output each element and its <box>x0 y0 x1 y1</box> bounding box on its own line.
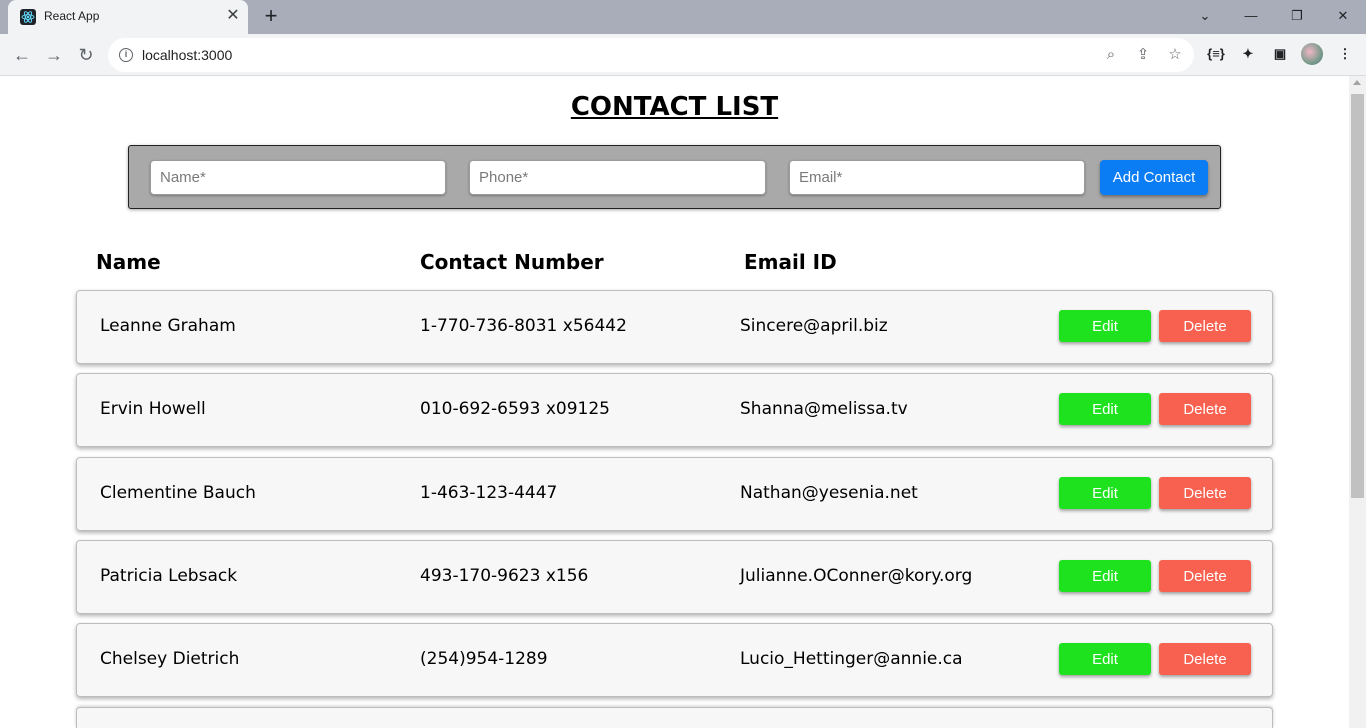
extensions-puzzle-icon[interactable]: ✦ <box>1237 43 1259 65</box>
contact-row: Clementine Bauch 1-463-123-4447 Nathan@y… <box>76 457 1273 531</box>
contact-row: Leanne Graham 1-770-736-8031 x56442 Sinc… <box>76 290 1273 364</box>
edit-button[interactable]: Edit <box>1059 560 1151 592</box>
edit-button[interactable]: Edit <box>1059 643 1151 675</box>
delete-button[interactable]: Delete <box>1159 560 1251 592</box>
page-scrollbar[interactable] <box>1349 76 1366 728</box>
zoom-icon[interactable]: ⌕ <box>1101 45 1121 65</box>
react-favicon-icon <box>20 9 36 25</box>
share-icon[interactable]: ⇪ <box>1133 45 1153 65</box>
contact-row: Ervin Howell 010-692-6593 x09125 Shanna@… <box>76 373 1273 447</box>
contact-row-partial <box>76 707 1273 728</box>
contact-name: Patricia Lebsack <box>100 566 238 586</box>
phone-input[interactable] <box>469 160 766 195</box>
side-panel-icon[interactable]: ▣ <box>1269 43 1291 65</box>
back-icon[interactable]: ← <box>10 43 34 67</box>
contact-email: Lucio_Hettinger@annie.ca <box>740 649 963 669</box>
tab-close-icon[interactable]: ✕ <box>224 7 242 25</box>
edit-button[interactable]: Edit <box>1059 477 1151 509</box>
delete-button[interactable]: Delete <box>1159 393 1251 425</box>
email-input[interactable] <box>789 160 1085 195</box>
column-header-name: Name <box>96 250 161 274</box>
contact-name: Leanne Graham <box>100 316 236 336</box>
delete-button[interactable]: Delete <box>1159 643 1251 675</box>
contact-phone: 1-463-123-4447 <box>420 483 558 503</box>
contact-name: Ervin Howell <box>100 399 206 419</box>
bookmark-star-icon[interactable]: ☆ <box>1165 45 1185 65</box>
contact-email: Julianne.OConner@kory.org <box>740 566 973 586</box>
tab-strip: React App ✕ + ⌄ — ❐ ✕ <box>0 0 1366 34</box>
add-contact-button[interactable]: Add Contact <box>1100 160 1208 195</box>
edit-button[interactable]: Edit <box>1059 393 1151 425</box>
contact-email: Sincere@april.biz <box>740 316 888 336</box>
delete-button[interactable]: Delete <box>1159 477 1251 509</box>
forward-icon[interactable]: → <box>42 43 66 67</box>
reload-icon[interactable]: ↻ <box>74 43 98 67</box>
new-tab-button[interactable]: + <box>259 5 283 29</box>
contact-name: Clementine Bauch <box>100 483 256 503</box>
contact-phone: 1-770-736-8031 x56442 <box>420 316 627 336</box>
tab-title: React App <box>44 9 100 23</box>
contact-row: Chelsey Dietrich (254)954-1289 Lucio_Het… <box>76 623 1273 697</box>
add-contact-form: Add Contact <box>128 145 1221 209</box>
site-info-icon[interactable]: i <box>119 48 133 62</box>
scroll-thumb[interactable] <box>1351 94 1364 498</box>
contact-phone: 010-692-6593 x09125 <box>420 399 610 419</box>
menu-kebab-icon[interactable]: ⋮ <box>1334 43 1356 65</box>
contact-phone: 493-170-9623 x156 <box>420 566 589 586</box>
extension-json-icon[interactable]: {≡} <box>1205 43 1227 65</box>
browser-tab[interactable]: React App ✕ <box>8 0 248 34</box>
contact-phone: (254)954-1289 <box>420 649 548 669</box>
tab-search-icon[interactable]: ⌄ <box>1192 4 1218 28</box>
column-header-phone: Contact Number <box>420 250 604 274</box>
contact-row: Patricia Lebsack 493-170-9623 x156 Julia… <box>76 540 1273 614</box>
url-text[interactable]: localhost:3000 <box>142 47 232 63</box>
delete-button[interactable]: Delete <box>1159 310 1251 342</box>
edit-button[interactable]: Edit <box>1059 310 1151 342</box>
minimize-icon[interactable]: — <box>1238 4 1264 28</box>
window-close-icon[interactable]: ✕ <box>1330 4 1356 28</box>
browser-toolbar: ← → ↻ i localhost:3000 ⌕ ⇪ ☆ {≡} ✦ ▣ ⋮ <box>0 34 1366 76</box>
column-header-email: Email ID <box>744 250 837 274</box>
page-title: CONTACT LIST <box>570 92 779 122</box>
restore-icon[interactable]: ❐ <box>1284 4 1310 28</box>
name-input[interactable] <box>150 160 446 195</box>
address-bar[interactable]: i localhost:3000 ⌕ ⇪ ☆ <box>108 38 1194 72</box>
scroll-up-icon[interactable] <box>1353 80 1361 85</box>
contact-email: Nathan@yesenia.net <box>740 483 918 503</box>
contact-email: Shanna@melissa.tv <box>740 399 908 419</box>
profile-avatar[interactable] <box>1301 43 1323 65</box>
contact-name: Chelsey Dietrich <box>100 649 240 669</box>
